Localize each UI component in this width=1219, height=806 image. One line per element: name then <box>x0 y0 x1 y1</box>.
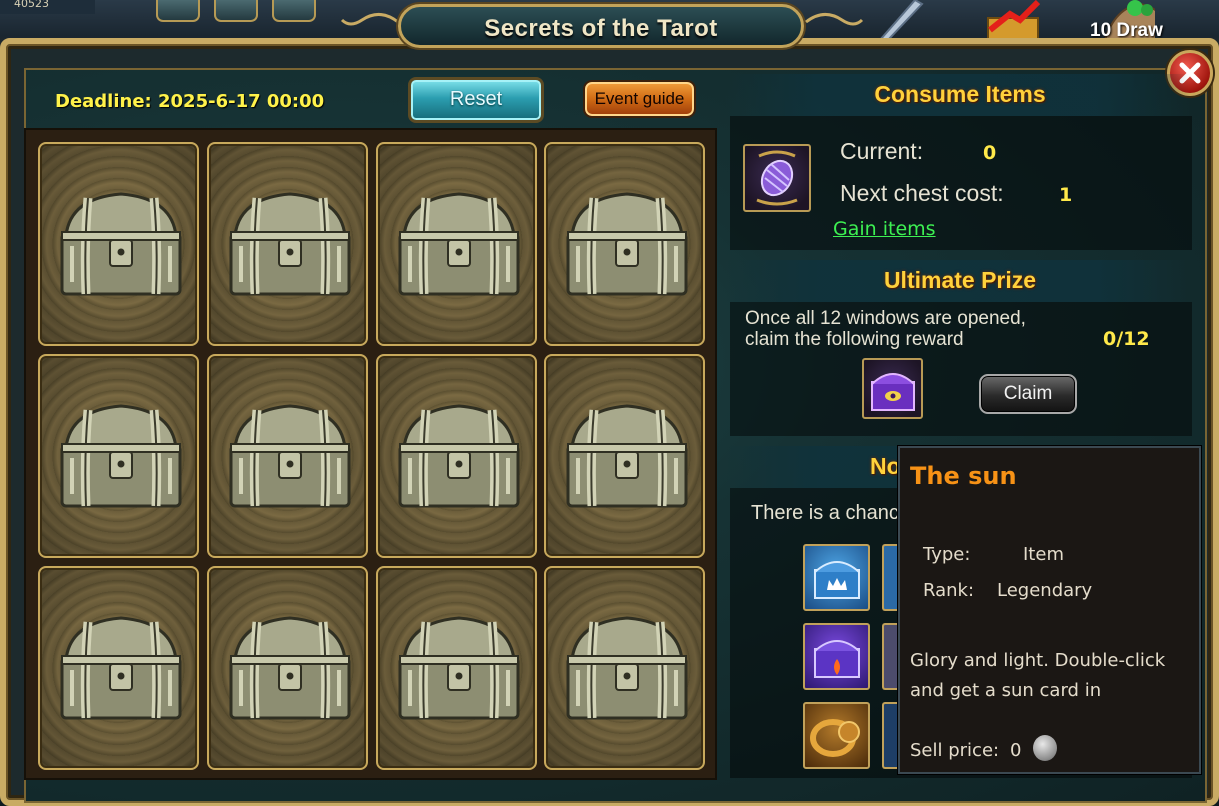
prize-line-1: Once all 12 windows are opened, <box>745 308 1026 329</box>
chest-card[interactable] <box>376 566 537 770</box>
sword-icon[interactable] <box>870 0 930 40</box>
gold-ring-icon <box>810 719 860 757</box>
growth-arrow-icon[interactable] <box>980 0 1040 40</box>
purple-chest-icon <box>871 373 915 411</box>
prize-progress: 0/12 <box>1103 328 1150 350</box>
chest-icon <box>60 616 182 720</box>
menu-button-1[interactable] <box>156 0 200 22</box>
item-tooltip: The sun Type: Item Rank: Legendary Glory… <box>898 446 1201 774</box>
chest-icon <box>566 192 688 296</box>
chest-card[interactable] <box>544 566 705 770</box>
chest-card[interactable] <box>544 354 705 558</box>
tooltip-title: The sun <box>910 462 1017 490</box>
current-value: 0 <box>983 142 997 164</box>
prize-line-2: claim the following reward <box>745 329 964 350</box>
window-title-plate: Secrets of the Tarot <box>398 4 804 48</box>
next-cost-label: Next chest cost: <box>840 180 1004 206</box>
reset-button[interactable]: Reset <box>408 77 544 123</box>
settings-button[interactable] <box>214 0 258 22</box>
resource-counter: 40523 <box>0 0 95 14</box>
chest-icon <box>229 404 351 508</box>
silver-coin-icon <box>1033 735 1057 761</box>
chest-icon <box>566 616 688 720</box>
chest-card[interactable] <box>376 142 537 346</box>
normal-chance-text: There is a chanc <box>751 502 899 524</box>
title-ornament-left-icon <box>340 13 399 26</box>
chest-card[interactable] <box>207 566 368 770</box>
mail-button[interactable] <box>272 0 316 22</box>
chest-card[interactable] <box>38 354 199 558</box>
reward-purple-chest[interactable] <box>803 623 870 690</box>
tarot-token-item[interactable] <box>743 144 811 212</box>
tooltip-sell-value: 0 <box>1010 740 1022 761</box>
tooltip-description: Glory and light. Double-click and get a … <box>910 650 1166 701</box>
blue-crown-chest-icon <box>814 561 860 599</box>
tooltip-rank-label: Rank: <box>923 580 975 601</box>
chest-icon <box>398 404 520 508</box>
chest-icon <box>229 192 351 296</box>
chest-icon <box>60 192 182 296</box>
tooltip-type-label: Type: <box>923 544 971 565</box>
reward-blue-chest[interactable] <box>803 544 870 611</box>
chest-card[interactable] <box>38 142 199 346</box>
chest-icon <box>60 404 182 508</box>
chest-icon <box>566 404 688 508</box>
chest-card[interactable] <box>207 354 368 558</box>
window-title: Secrets of the Tarot <box>484 15 718 42</box>
consume-items-title: Consume Items <box>874 81 1046 107</box>
deadline-text: Deadline: 2025-6-17 00:00 <box>55 91 325 112</box>
chest-card[interactable] <box>376 354 537 558</box>
chest-grid <box>24 128 717 780</box>
chest-card[interactable] <box>544 142 705 346</box>
chest-card[interactable] <box>207 142 368 346</box>
crystal-token-icon <box>756 150 798 206</box>
ultimate-prize-title: Ultimate Prize <box>883 267 1037 293</box>
gain-items-link[interactable]: Gain items <box>833 218 936 240</box>
event-guide-button[interactable]: Event guide <box>583 80 696 118</box>
chest-icon <box>229 616 351 720</box>
purple-flame-chest-icon <box>814 640 860 678</box>
next-cost-value: 1 <box>1059 184 1073 206</box>
claim-button[interactable]: Claim <box>979 374 1077 414</box>
chest-icon <box>398 192 520 296</box>
reward-gold-ring[interactable] <box>803 702 870 769</box>
current-label: Current: <box>840 138 924 164</box>
tooltip-type-value: Item <box>1023 544 1064 565</box>
chest-icon <box>398 616 520 720</box>
ultimate-prize-chest[interactable] <box>862 358 923 419</box>
tooltip-rank-value: Legendary <box>997 580 1093 601</box>
tooltip-sell-label: Sell price: <box>910 740 1000 761</box>
chest-card[interactable] <box>38 566 199 770</box>
ultimate-prize-description: Once all 12 windows are opened, claim th… <box>745 308 1075 350</box>
title-ornament-right-icon <box>805 13 864 26</box>
